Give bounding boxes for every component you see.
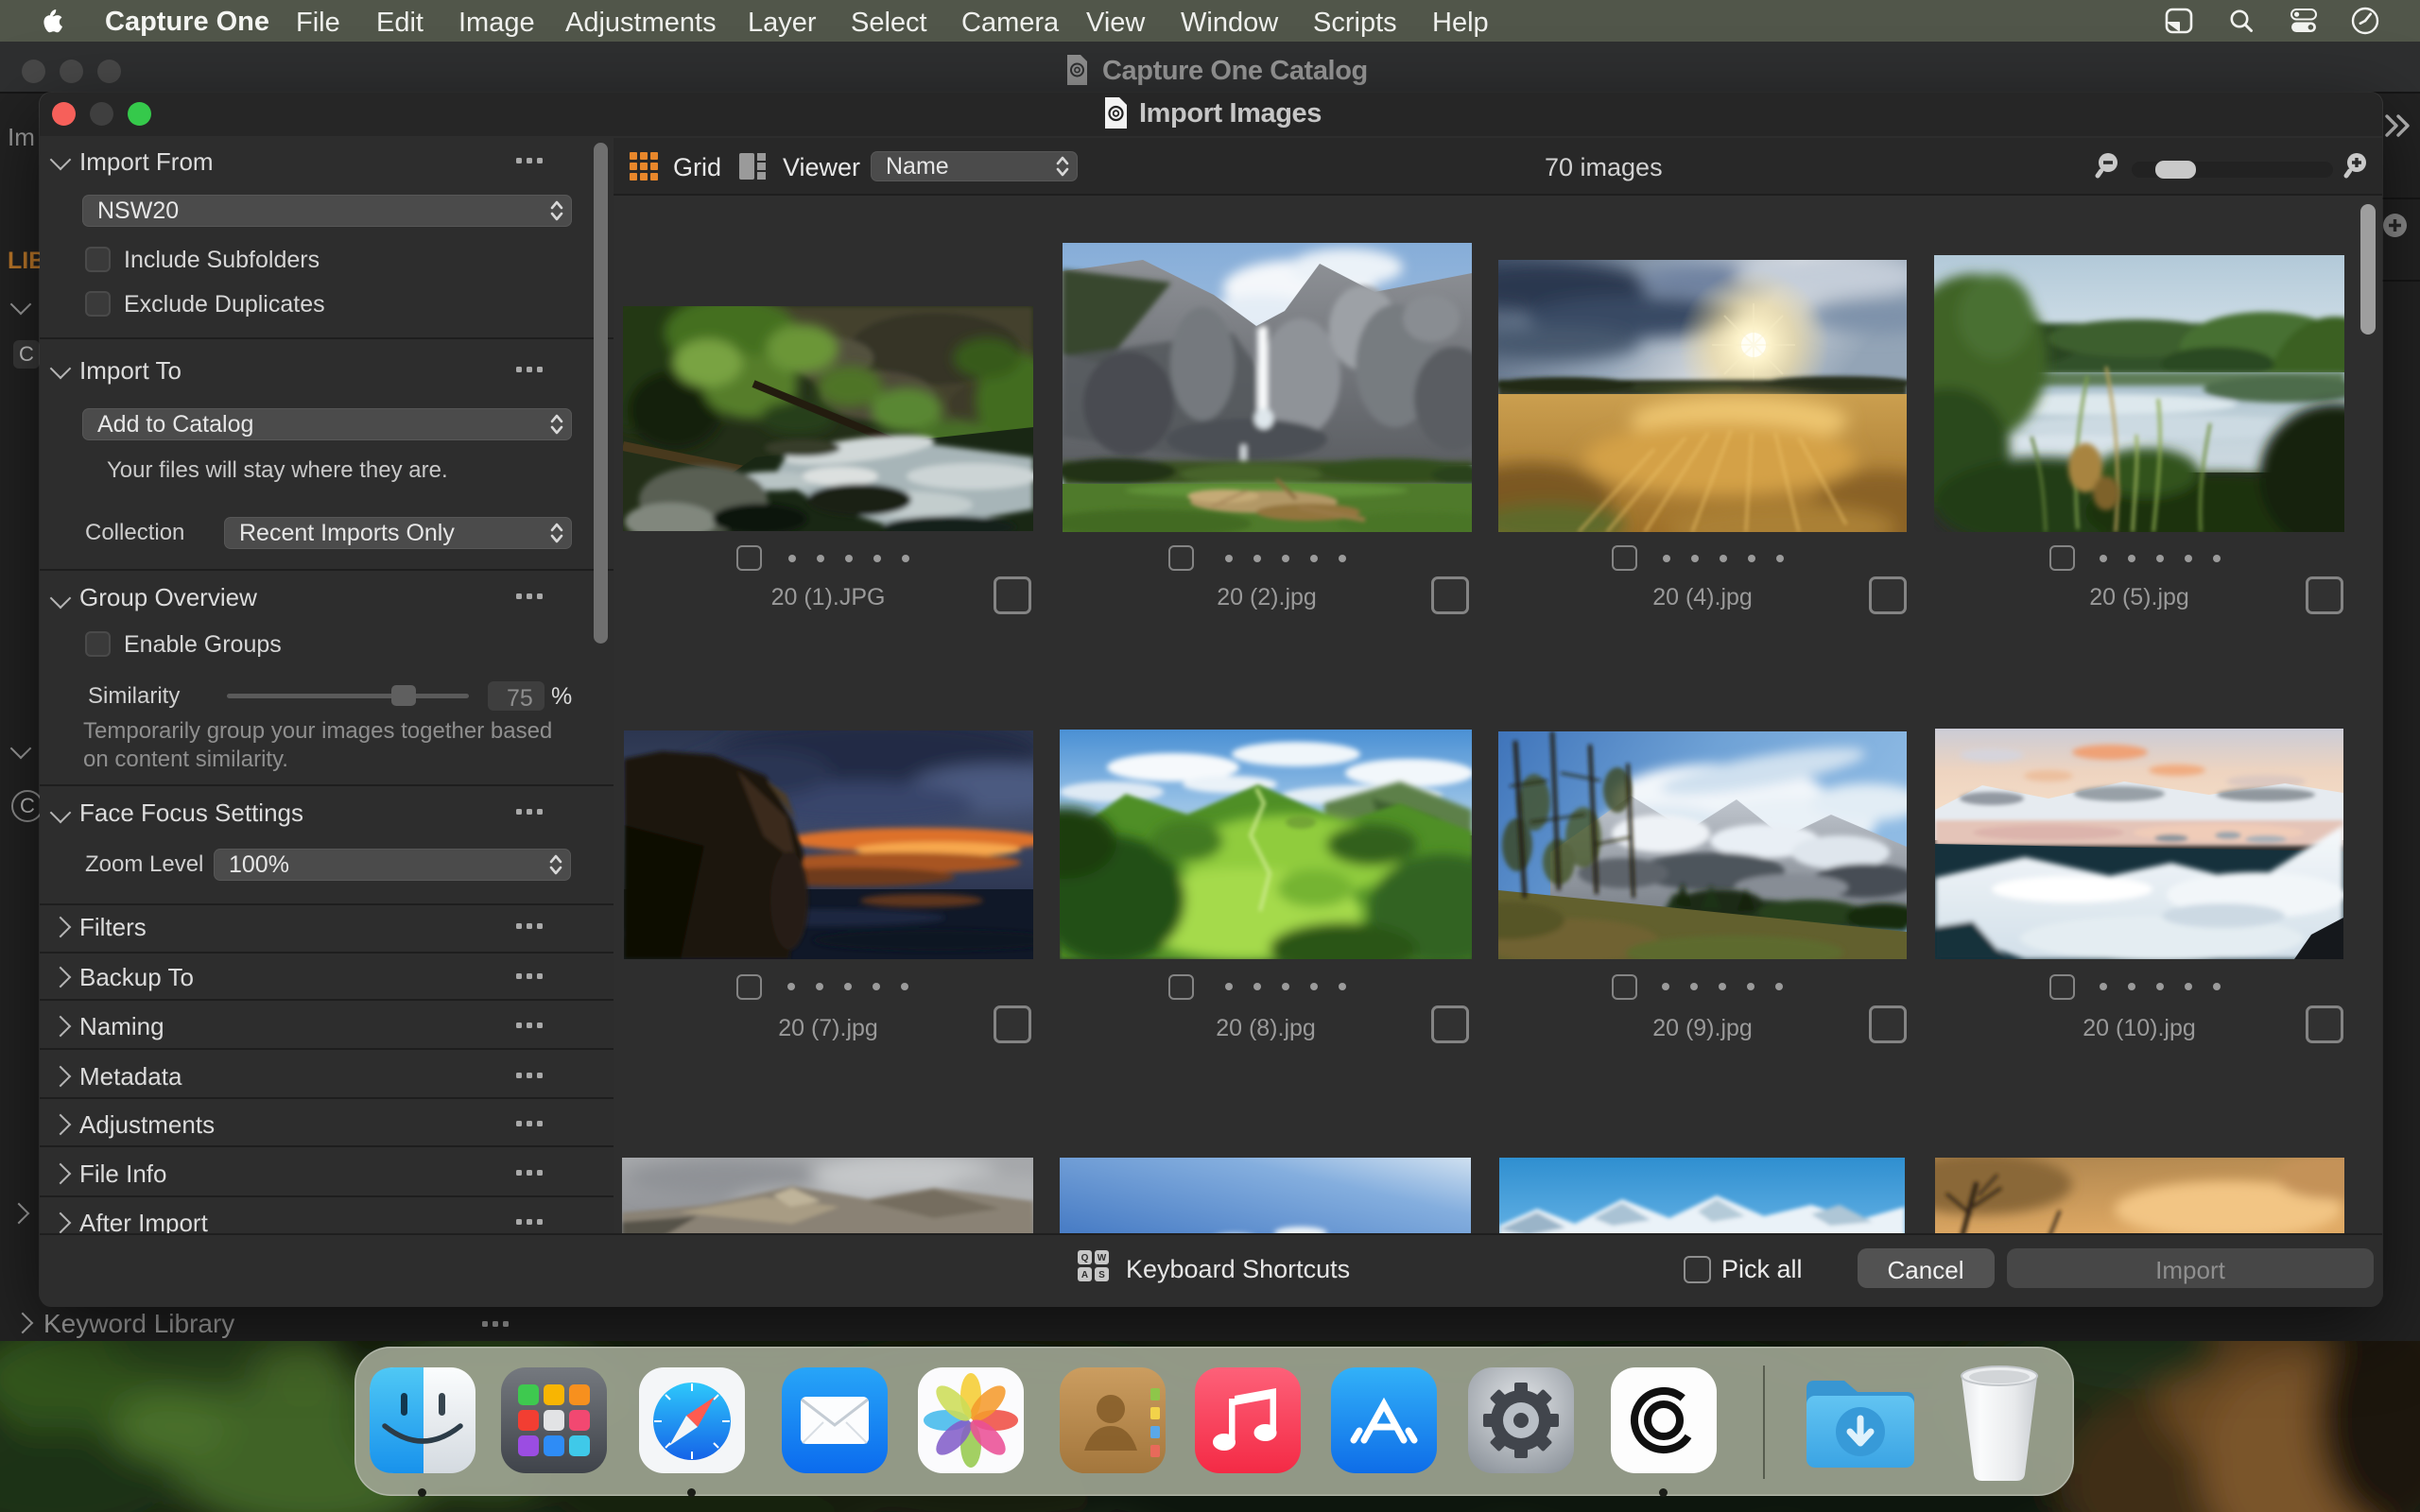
svg-text:S: S	[1098, 1270, 1105, 1280]
svg-text:Q: Q	[1081, 1253, 1089, 1263]
svg-text:A: A	[1081, 1270, 1088, 1280]
svg-text:W: W	[1098, 1253, 1107, 1263]
